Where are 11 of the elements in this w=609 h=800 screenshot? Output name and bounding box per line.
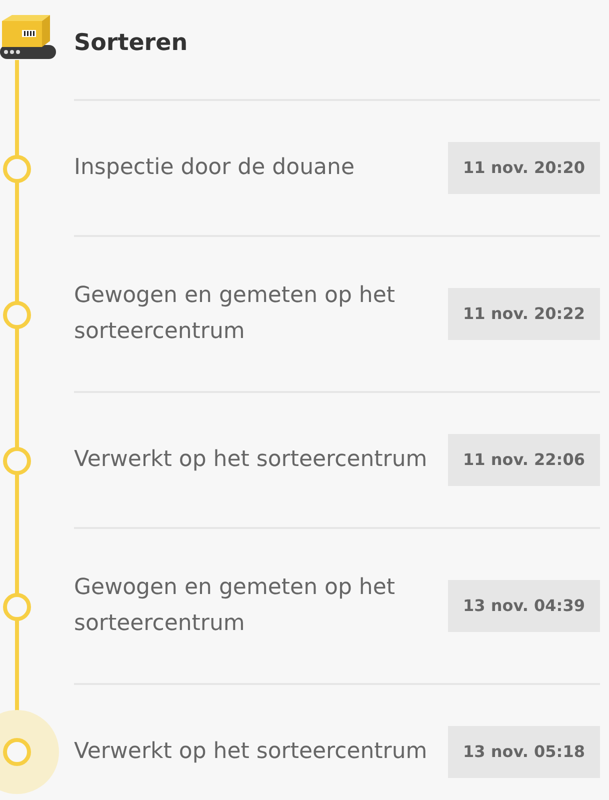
event-time: 11 nov. 20:22 <box>448 288 600 340</box>
section-title: Sorteren <box>74 29 188 58</box>
event-label: Verwerkt op het sorteercentrum <box>74 446 428 474</box>
event-time: 11 nov. 22:06 <box>448 434 600 486</box>
event-label: Gewogen en gemeten op het sorteercentrum <box>74 574 396 638</box>
event-time: 13 nov. 05:18 <box>448 726 600 778</box>
event-time: 11 nov. 20:20 <box>448 142 600 194</box>
event-label: Gewogen en gemeten op het sorteercentrum <box>74 282 396 346</box>
event-label: Verwerkt op het sorteercentrum <box>74 738 428 766</box>
event-time: 13 nov. 04:39 <box>448 580 600 632</box>
event-label: Inspectie door de douane <box>74 154 354 182</box>
